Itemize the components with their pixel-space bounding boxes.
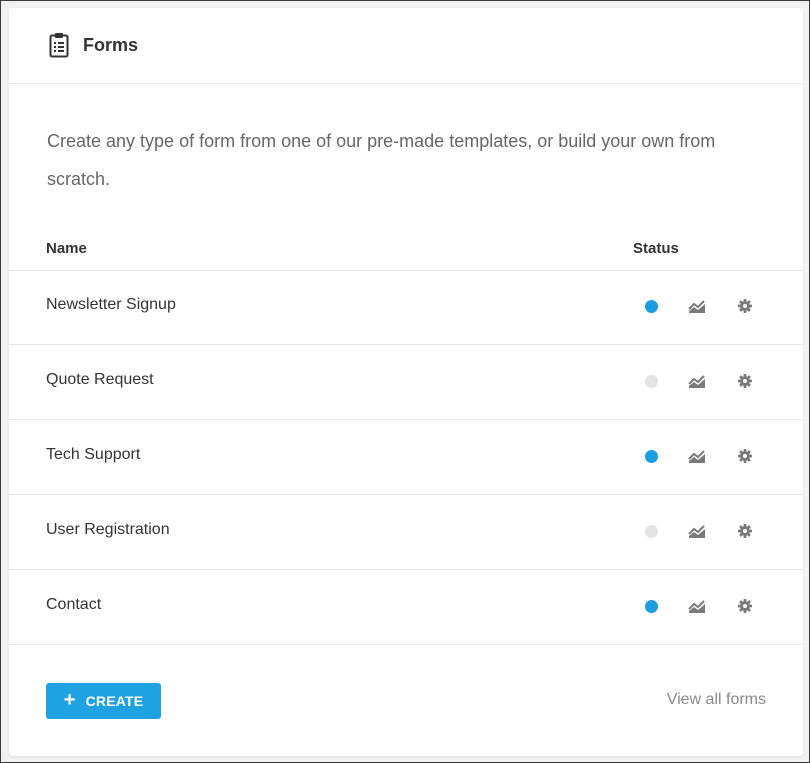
card-footer: + CREATE View all forms bbox=[9, 645, 803, 756]
card-header: Forms bbox=[9, 8, 803, 84]
gear-icon[interactable] bbox=[738, 374, 752, 388]
gear-icon[interactable] bbox=[738, 299, 752, 313]
status-toggle[interactable] bbox=[645, 450, 658, 463]
table-row: Newsletter Signup bbox=[9, 270, 803, 345]
column-header-name: Name bbox=[46, 240, 87, 257]
status-toggle[interactable] bbox=[645, 375, 658, 388]
forms-card: Forms Create any type of form from one o… bbox=[9, 8, 803, 756]
chart-icon[interactable] bbox=[688, 523, 706, 539]
form-name[interactable]: Tech Support bbox=[46, 446, 140, 464]
clipboard-icon bbox=[49, 32, 69, 57]
form-name[interactable]: Newsletter Signup bbox=[46, 296, 176, 314]
table-row: Tech Support bbox=[9, 420, 803, 495]
chart-icon[interactable] bbox=[688, 598, 706, 614]
card-description: Create any type of form from one of our … bbox=[47, 131, 716, 189]
chart-icon[interactable] bbox=[688, 298, 706, 314]
table-row: Contact bbox=[9, 570, 803, 645]
gear-icon[interactable] bbox=[738, 599, 752, 613]
form-name[interactable]: Quote Request bbox=[46, 371, 154, 389]
forms-table-body: Newsletter Signup Quote Request Tech Sup… bbox=[9, 270, 803, 645]
table-row: User Registration bbox=[9, 495, 803, 570]
form-name[interactable]: Contact bbox=[46, 596, 101, 614]
gear-icon[interactable] bbox=[738, 449, 752, 463]
view-all-forms-link[interactable]: View all forms bbox=[667, 691, 766, 709]
card-title: Forms bbox=[83, 35, 139, 55]
window-frame: Forms Create any type of form from one o… bbox=[0, 0, 810, 763]
gear-icon[interactable] bbox=[738, 524, 752, 538]
chart-icon[interactable] bbox=[688, 448, 706, 464]
create-button-label: CREATE bbox=[85, 693, 144, 709]
column-header-status: Status bbox=[633, 240, 679, 257]
plus-icon: + bbox=[63, 689, 76, 711]
table-row: Quote Request bbox=[9, 345, 803, 420]
status-toggle[interactable] bbox=[645, 300, 658, 313]
status-toggle[interactable] bbox=[645, 525, 658, 538]
create-button[interactable]: + CREATE bbox=[46, 683, 161, 719]
chart-icon[interactable] bbox=[688, 373, 706, 389]
table-header: Name Status bbox=[9, 238, 803, 271]
status-toggle[interactable] bbox=[645, 600, 658, 613]
form-name[interactable]: User Registration bbox=[46, 521, 170, 539]
